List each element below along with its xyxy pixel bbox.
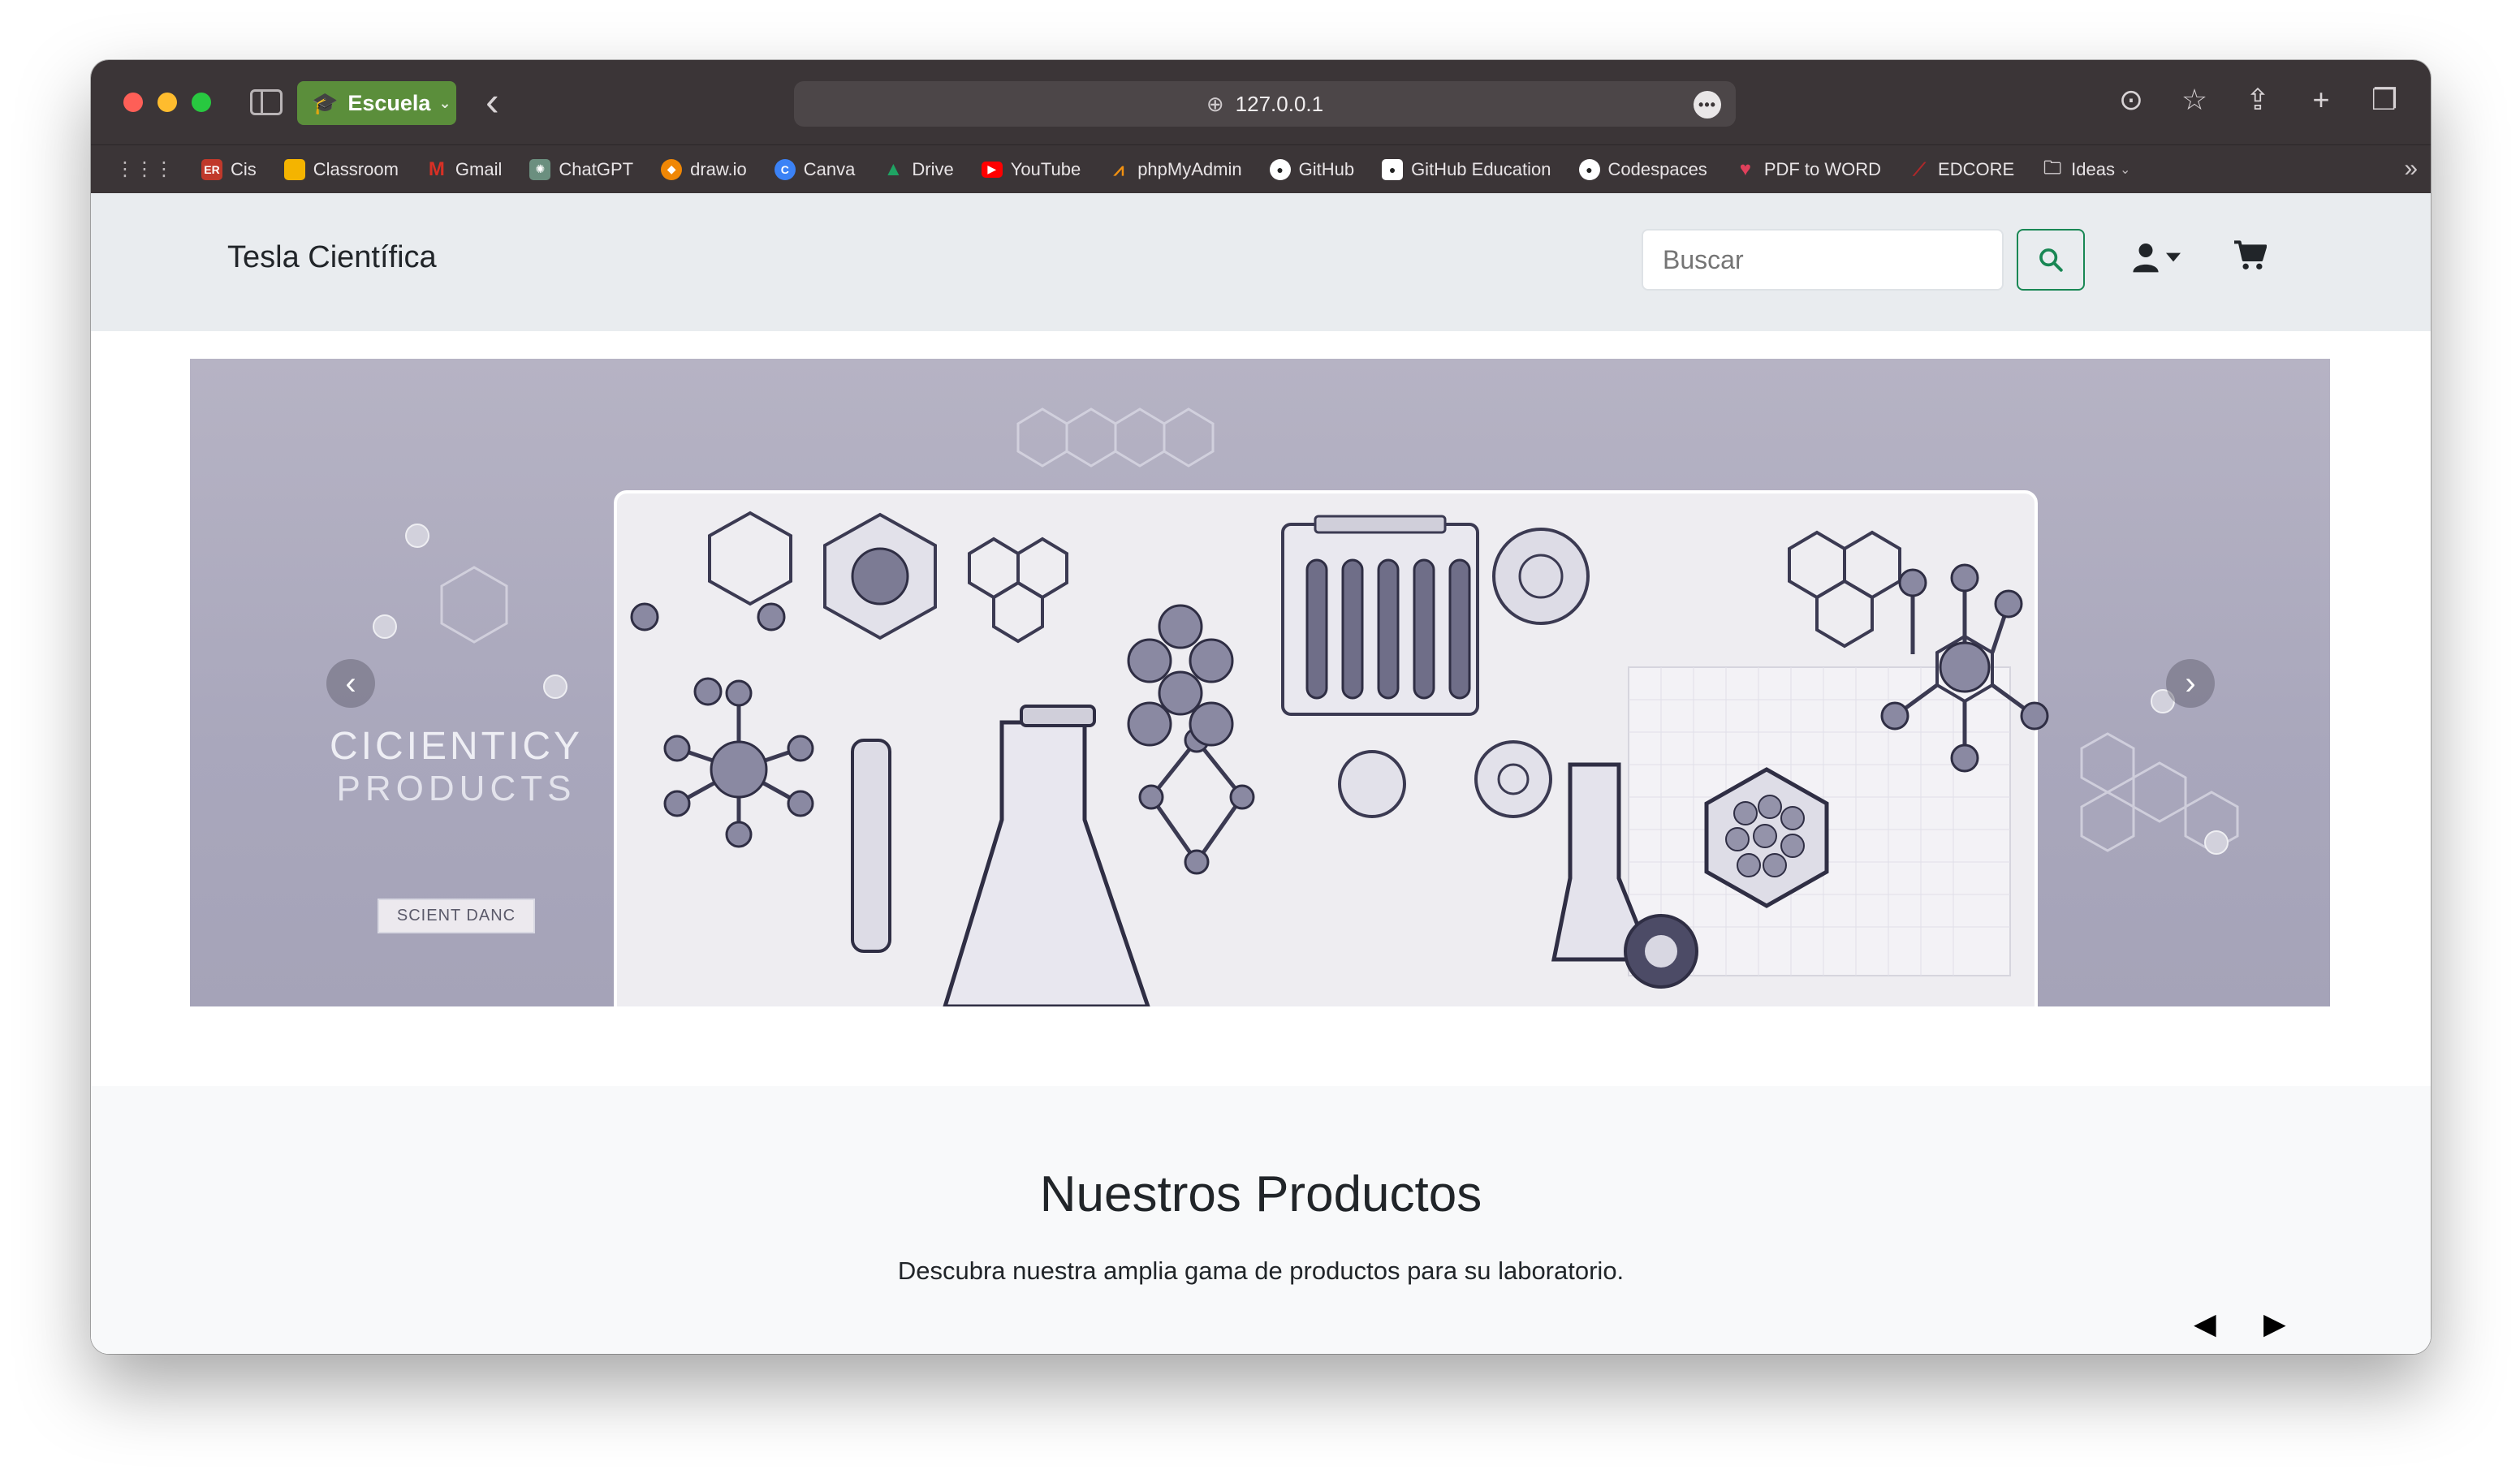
- bookmark-label: Codespaces: [1607, 158, 1707, 179]
- globe-icon: ⊕: [1206, 91, 1224, 116]
- bookmark-label: Cis: [231, 158, 257, 179]
- chevron-down-icon: ⌄: [2120, 162, 2131, 177]
- bookmark-canva[interactable]: C Canva: [774, 158, 856, 180]
- bookmark-youtube[interactable]: ▶ YouTube: [981, 158, 1081, 180]
- profile-button[interactable]: 🎓 Escuela ⌄: [297, 81, 456, 125]
- github-icon: ●: [1382, 158, 1404, 180]
- chevron-right-icon: ›: [2185, 665, 2196, 701]
- bookmark-label: PDF to WORD: [1763, 158, 1882, 179]
- chevron-left-icon: ‹: [345, 665, 356, 701]
- download-icon[interactable]: ⊙: [2114, 83, 2148, 117]
- bookmark-cis[interactable]: ER Cis: [201, 158, 257, 180]
- gmail-icon: M: [428, 157, 445, 180]
- title-bar: 🎓 Escuela ⌄ ‹ ⊕ 127.0.0.1 ••• ⊙ ☆ ⇪ + ❐: [91, 60, 2431, 144]
- address-bar[interactable]: ⊕ 127.0.0.1 •••: [794, 81, 1736, 127]
- folder-icon: 🗀: [2043, 157, 2062, 178]
- bookmarks-bar: ⋮⋮⋮ ER Cis Classroom M Gmail ✺ ChatGPT ◆…: [91, 144, 2431, 193]
- bookmark-github-education[interactable]: ● GitHub Education: [1382, 158, 1551, 180]
- bookmark-classroom[interactable]: Classroom: [283, 158, 399, 180]
- github-icon: ●: [1269, 158, 1291, 180]
- hero-carousel: ‹ › CICIENTICY PRODUCTS SCIENT DANC: [190, 359, 2330, 1006]
- share-icon[interactable]: ⇪: [2241, 83, 2275, 117]
- bookmark-label: draw.io: [690, 158, 747, 179]
- browser-window: 🎓 Escuela ⌄ ‹ ⊕ 127.0.0.1 ••• ⊙ ☆ ⇪ + ❐ …: [91, 60, 2431, 1354]
- hero-title: CICIENTICY: [329, 725, 583, 768]
- bookmark-label: GitHub Education: [1411, 158, 1551, 179]
- caret-down-icon: [2166, 252, 2181, 262]
- bookmark-label: YouTube: [1010, 158, 1081, 179]
- products-title: Nuestros Productos: [1039, 1166, 1482, 1222]
- triangle-right-icon: ▶: [2263, 1307, 2286, 1340]
- web-page: Tesla Científica Buscar ‹ › CICIENTICY P…: [91, 193, 2431, 1354]
- github-icon: ●: [1578, 158, 1600, 180]
- bookmark-label: Ideas: [2071, 158, 2115, 179]
- bookmark-github[interactable]: ● GitHub: [1269, 158, 1355, 180]
- site-navbar: Tesla Científica: [91, 193, 2431, 331]
- profile-label: Escuela: [347, 90, 431, 115]
- search-icon: [2039, 248, 2063, 272]
- bookmark-gmail[interactable]: M Gmail: [426, 157, 503, 180]
- user-icon: [2133, 244, 2159, 273]
- canva-icon: C: [774, 158, 796, 180]
- products-section: Nuestros Productos Descubra nuestra ampl…: [91, 1086, 2431, 1354]
- bookmark-label: ChatGPT: [559, 158, 634, 179]
- bookmark-drive[interactable]: ▲ Drive: [882, 157, 954, 180]
- toolbar-icons: ⊙ ☆ ⇪ + ❐: [2114, 83, 2401, 117]
- search-button[interactable]: [2017, 229, 2085, 291]
- zoom-window-button[interactable]: [192, 93, 211, 112]
- more-options-icon[interactable]: •••: [1694, 91, 1721, 119]
- triangle-left-icon: ◀: [2194, 1307, 2216, 1340]
- bookmark-label: GitHub: [1298, 158, 1355, 179]
- phpmyadmin-icon: ⩘: [1113, 158, 1124, 179]
- sidebar-toggle-icon[interactable]: [250, 89, 283, 115]
- tab-overview-icon[interactable]: ❐: [2367, 83, 2401, 117]
- drawio-icon: ◆: [661, 158, 683, 180]
- bookmark-label: Canva: [803, 158, 856, 179]
- bookmark-edcore[interactable]: ⟋ EDCORE: [1909, 159, 2014, 180]
- bookmark-folder-ideas[interactable]: 🗀 Ideas ⌄: [2042, 157, 2131, 180]
- bookmark-label: phpMyAdmin: [1137, 158, 1242, 179]
- url-text: 127.0.0.1: [1235, 91, 1324, 116]
- hero-subtitle: PRODUCTS: [336, 769, 576, 808]
- carousel-next-button[interactable]: ›: [2166, 659, 2215, 708]
- site-brand[interactable]: Tesla Científica: [227, 240, 437, 275]
- edcore-icon: ⟋: [1913, 158, 1926, 179]
- close-window-button[interactable]: [123, 93, 143, 112]
- bookmark-label: Gmail: [455, 158, 503, 179]
- er-icon: ER: [201, 158, 222, 180]
- bookmark-label: Classroom: [313, 158, 399, 179]
- products-next-button[interactable]: ▶: [2263, 1307, 2286, 1341]
- search-input[interactable]: [1642, 229, 2004, 291]
- products-subtitle: Descubra nuestra amplia gama de producto…: [897, 1256, 1625, 1285]
- bookmark-codespaces[interactable]: ● Codespaces: [1578, 158, 1707, 180]
- chevron-down-icon: ⌄: [438, 94, 451, 111]
- apps-grid-icon[interactable]: ⋮⋮⋮: [115, 157, 174, 181]
- bookmark-drawio[interactable]: ◆ draw.io: [661, 158, 747, 180]
- new-tab-icon[interactable]: +: [2304, 83, 2338, 117]
- window-controls: [123, 93, 211, 112]
- cart-icon: [2234, 240, 2268, 269]
- bookmark-phpmyadmin[interactable]: ⩘ phpMyAdmin: [1108, 158, 1242, 180]
- hero-button[interactable]: SCIENT DANC: [377, 899, 536, 933]
- minimize-window-button[interactable]: [158, 93, 177, 112]
- bookmark-label: Drive: [912, 158, 954, 179]
- star-icon[interactable]: ☆: [2177, 83, 2211, 117]
- drive-icon: ▲: [883, 157, 904, 180]
- bookmark-label: EDCORE: [1938, 158, 2015, 179]
- youtube-icon: ▶: [981, 161, 1003, 178]
- classroom-icon: [283, 158, 305, 180]
- cart-button[interactable]: [2234, 240, 2268, 275]
- back-button[interactable]: ‹: [485, 78, 499, 125]
- heart-icon: ♥: [1739, 157, 1751, 180]
- bookmark-chatgpt[interactable]: ✺ ChatGPT: [529, 158, 634, 180]
- user-menu-button[interactable]: [2132, 242, 2181, 273]
- more-bookmarks-icon[interactable]: »: [2404, 155, 2418, 183]
- hero-text: CICIENTICY PRODUCTS SCIENT DANC: [326, 724, 586, 933]
- products-prev-button[interactable]: ◀: [2194, 1307, 2216, 1341]
- graduation-cap-icon: 🎓: [312, 90, 339, 115]
- carousel-prev-button[interactable]: ‹: [326, 659, 375, 708]
- bookmark-pdf-to-word[interactable]: ♥ PDF to WORD: [1735, 157, 1882, 180]
- chatgpt-icon: ✺: [529, 158, 551, 180]
